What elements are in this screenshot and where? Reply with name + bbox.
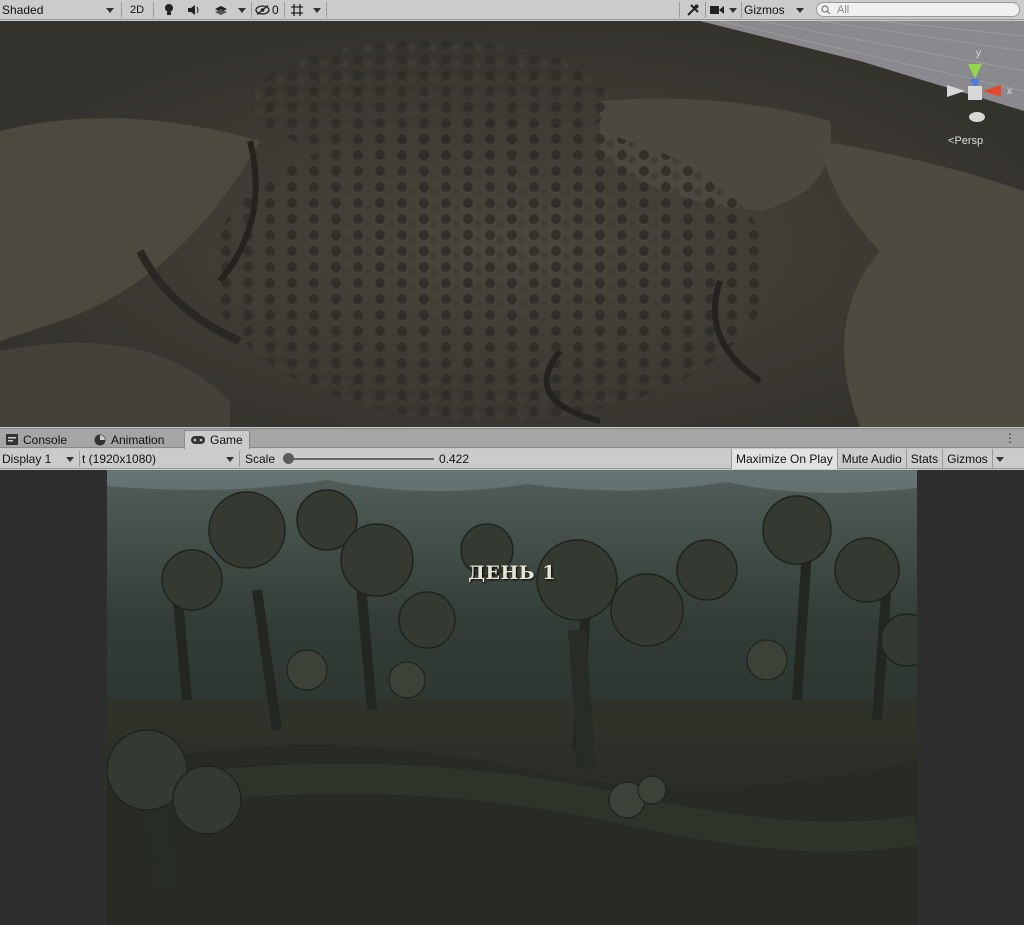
stats-button[interactable]: Stats (905, 449, 942, 469)
scale-slider-thumb[interactable] (283, 453, 294, 464)
projection-toggle[interactable]: <Persp (948, 135, 983, 147)
more-options-icon[interactable]: ⋮ (1004, 432, 1016, 444)
effects-icon (215, 6, 227, 15)
tab-animation[interactable]: Animation (88, 430, 170, 449)
display-label: Display 1 (2, 452, 52, 466)
game-view[interactable]: ДЕНЬ 1 (0, 470, 1024, 925)
search-placeholder: All (837, 3, 850, 16)
tab-label: Animation (111, 432, 165, 447)
tools-icon (687, 4, 699, 16)
hidden-count: 0 (272, 3, 279, 17)
game-gizmos-button[interactable]: Gizmos (942, 449, 992, 469)
toolbar-divider (679, 2, 680, 18)
game-gizmos-label: Gizmos (947, 452, 988, 466)
display-dropdown[interactable]: Display 1 (0, 449, 78, 469)
forest-scene-render (107, 470, 917, 925)
gizmos-button[interactable]: Gizmos (744, 0, 790, 20)
projection-label: Persp (954, 135, 984, 147)
audio-toggle-button[interactable] (184, 0, 204, 20)
maximize-on-play-button[interactable]: Maximize On Play (731, 449, 837, 469)
animation-icon (94, 434, 106, 445)
chevron-down-icon (238, 7, 246, 13)
tab-label: Console (23, 432, 68, 447)
game-toolbar: Display 1 t (1920x1080) Scale 0.422 Maxi… (0, 449, 1024, 469)
toolbar-divider (121, 2, 122, 18)
gizmos-dropdown[interactable] (793, 0, 807, 20)
orientation-gizmo[interactable]: y x (935, 45, 1015, 125)
scene-view[interactable]: y x <Persp (0, 21, 1024, 427)
chevron-down-icon (66, 456, 74, 462)
chevron-down-icon (106, 7, 114, 13)
gizmo-x-cone[interactable] (983, 85, 1001, 97)
chevron-down-icon (996, 456, 1005, 462)
console-icon (6, 434, 18, 445)
2d-toggle-label: 2D (129, 4, 145, 16)
toolbar-divider (239, 451, 240, 467)
gamepad-icon (191, 436, 205, 444)
toolbar-divider (79, 451, 80, 467)
gizmo-neg-y-cone[interactable] (969, 112, 985, 122)
gizmo-center-cube[interactable] (968, 86, 982, 100)
resolution-label: t (1920x1080) (82, 452, 157, 466)
day-title: ДЕНЬ 1 (468, 562, 556, 584)
gizmo-x-label: x (1007, 86, 1012, 97)
grid-toggle-button[interactable] (288, 0, 306, 20)
chevron-down-icon (796, 7, 804, 13)
gizmo-neg-x-cone[interactable] (947, 85, 965, 97)
scale-slider-track[interactable] (288, 458, 434, 460)
scale-label: Scale (245, 452, 276, 466)
scene-toolbar: Shaded 2D 0 Gizmos All (0, 0, 1024, 20)
visibility-icon (255, 5, 270, 15)
scale-value: 0.422 (439, 452, 470, 466)
tools-button[interactable] (684, 0, 702, 20)
toolbar-divider (326, 2, 327, 18)
chevron-down-icon (729, 7, 737, 13)
gizmo-y-label: y (976, 48, 981, 59)
effects-toggle-button[interactable] (210, 0, 232, 20)
resolution-dropdown[interactable]: t (1920x1080) (82, 449, 238, 469)
scene-search-input[interactable]: All (816, 2, 1020, 17)
game-toggle-group: Maximize On Play Mute Audio Stats Gizmos (731, 449, 1008, 469)
toolbar-divider (251, 2, 252, 18)
grid-dropdown[interactable] (311, 0, 323, 20)
toolbar-divider (741, 2, 742, 18)
lighting-toggle-button[interactable] (160, 0, 178, 20)
game-gizmos-dropdown[interactable] (991, 449, 1008, 469)
shading-mode-label: Shaded (2, 3, 44, 17)
gizmo-y-cone[interactable] (968, 64, 982, 79)
scene-terrain-render (0, 21, 1024, 427)
gizmos-label: Gizmos (744, 3, 785, 17)
light-bulb-icon (165, 4, 173, 15)
tab-game[interactable]: Game (184, 430, 250, 449)
camera-icon (710, 6, 724, 14)
toolbar-divider (284, 2, 285, 18)
panel-tab-bar: Console Animation Game ⋮ (0, 428, 1024, 449)
shading-mode-dropdown[interactable]: Shaded (0, 0, 120, 20)
chevron-down-icon (226, 456, 234, 462)
scene-camera-button[interactable] (709, 0, 725, 20)
audio-icon (188, 5, 199, 15)
camera-dropdown[interactable] (727, 0, 739, 20)
tab-label: Game (210, 433, 243, 447)
stats-label: Stats (910, 452, 939, 466)
chevron-down-icon (313, 7, 321, 13)
game-render-canvas[interactable]: ДЕНЬ 1 (107, 470, 917, 925)
mute-audio-label: Mute Audio (841, 452, 902, 466)
toolbar-divider (705, 2, 706, 18)
search-icon (821, 4, 831, 14)
toolbar-divider (153, 2, 154, 18)
hidden-objects-toggle[interactable]: 0 (255, 0, 281, 20)
2d-toggle-button[interactable]: 2D (124, 0, 150, 20)
mute-audio-button[interactable]: Mute Audio (836, 449, 906, 469)
grid-icon (291, 4, 303, 16)
maximize-on-play-label: Maximize On Play (736, 452, 833, 466)
tab-console[interactable]: Console (0, 430, 73, 449)
effects-dropdown[interactable] (236, 0, 248, 20)
